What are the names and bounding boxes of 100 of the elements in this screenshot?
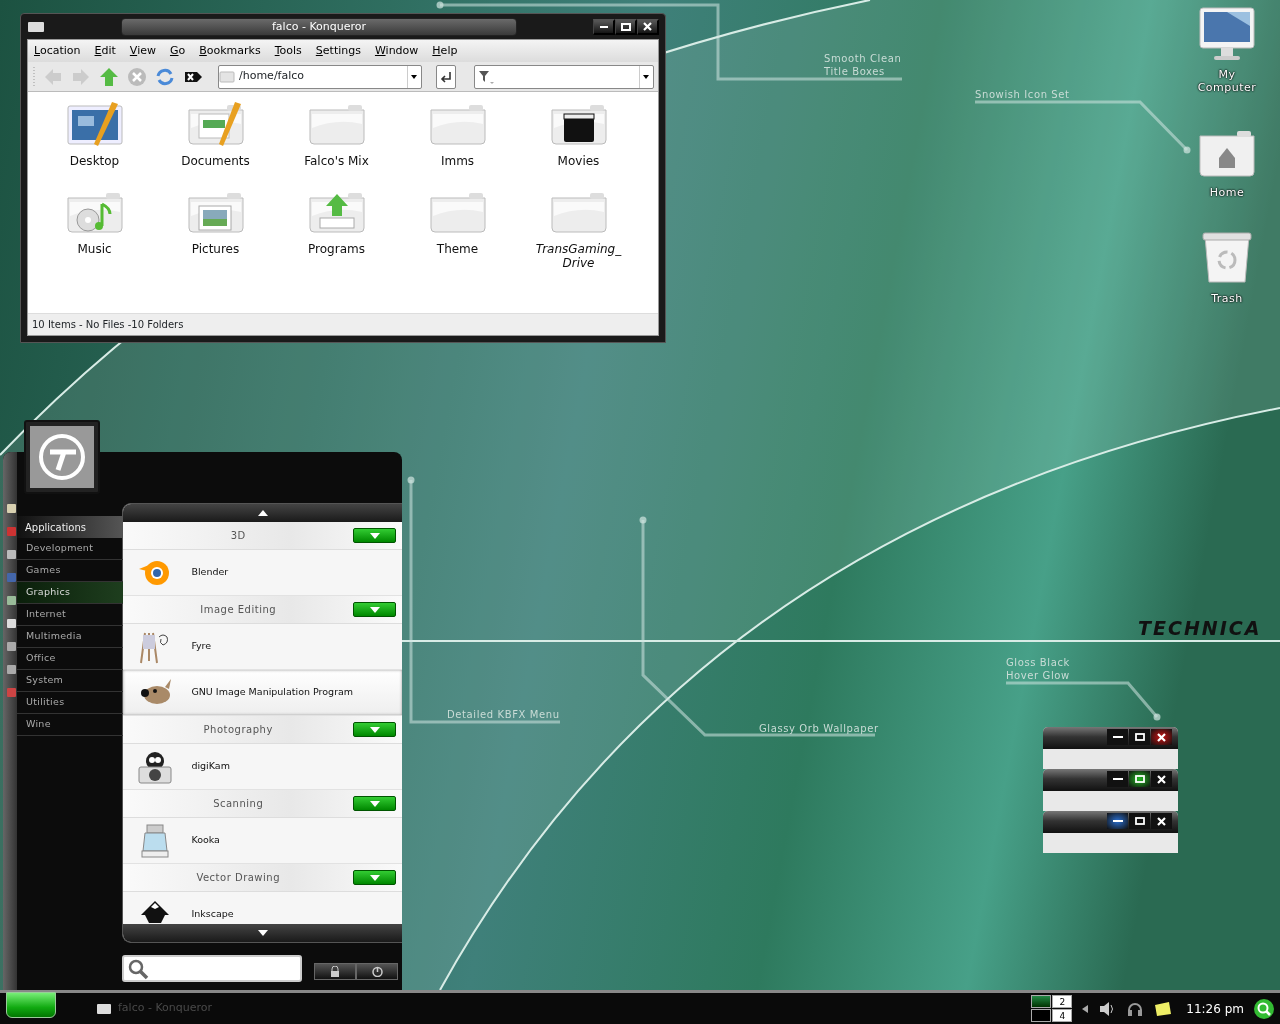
minimize-icon xyxy=(1112,778,1123,780)
category-icon xyxy=(6,550,16,559)
folder-label[interactable]: Pictures xyxy=(191,242,240,256)
minimize-icon xyxy=(599,25,608,28)
folder-label[interactable]: Theme xyxy=(436,242,479,256)
lock-button[interactable] xyxy=(314,963,357,980)
search-icon[interactable] xyxy=(1254,998,1274,1019)
category-icon xyxy=(6,665,16,674)
group-header: Scanning xyxy=(212,797,265,811)
folder-icon xyxy=(27,20,45,33)
close-icon xyxy=(1157,732,1166,742)
maximize-button[interactable] xyxy=(1129,729,1150,745)
collapse-button[interactable] xyxy=(353,528,396,543)
filter-field[interactable] xyxy=(474,64,654,89)
technica-logo: TECHNICA xyxy=(1138,616,1262,641)
down-triangle-icon xyxy=(257,930,268,936)
minimize-icon xyxy=(1112,820,1123,822)
search-icon xyxy=(127,957,150,980)
minimize-icon xyxy=(1112,736,1123,738)
collapse-button[interactable] xyxy=(353,796,396,811)
desktop-pager-cell[interactable]: 2 xyxy=(1052,995,1073,1008)
caret-icon xyxy=(369,532,380,539)
start-button[interactable] xyxy=(6,991,56,1018)
folder-icon xyxy=(219,70,235,83)
power-button[interactable] xyxy=(356,963,399,980)
close-button[interactable] xyxy=(1151,771,1172,787)
collapse-button[interactable] xyxy=(353,870,396,885)
window-icon xyxy=(96,1002,112,1015)
close-icon xyxy=(1157,816,1166,826)
category-icon xyxy=(6,596,16,605)
menu-item[interactable]: View xyxy=(129,42,156,60)
desktop-icon-label[interactable]: My Computer xyxy=(1192,68,1262,94)
menu-item[interactable]: Settings xyxy=(315,42,361,60)
category-icon xyxy=(6,527,16,536)
search-field[interactable] xyxy=(122,955,303,982)
maximize-icon xyxy=(1134,817,1145,825)
folder-label[interactable]: Music xyxy=(77,242,112,256)
category-icon xyxy=(6,573,16,582)
minimize-button[interactable] xyxy=(1107,771,1128,787)
caret-icon xyxy=(369,800,380,807)
close-button[interactable] xyxy=(1151,729,1172,745)
menu-item[interactable]: Bookmarks xyxy=(199,42,261,60)
maximize-icon xyxy=(1134,733,1145,741)
minimize-button[interactable] xyxy=(1107,813,1128,829)
category-icon xyxy=(6,688,16,697)
close-button[interactable] xyxy=(637,18,659,35)
group-header: Photography xyxy=(202,723,274,737)
collapse-button[interactable] xyxy=(353,602,396,617)
folder-label[interactable]: Imms xyxy=(440,154,475,168)
go-button[interactable] xyxy=(436,64,456,89)
menu-section-header: Applications xyxy=(16,516,124,538)
annotation-text: Snowish Icon Set xyxy=(975,88,1070,101)
folder-label[interactable]: TransGaming_ Drive xyxy=(533,242,624,270)
menu-item[interactable]: Go xyxy=(169,42,186,60)
status-bar-text: 10 Items - No Files -10 Folders xyxy=(28,313,658,335)
maximize-icon xyxy=(620,22,631,31)
toolbar-grip-icon xyxy=(32,66,36,87)
desktop-icon-label[interactable]: Home xyxy=(1209,186,1245,199)
maximize-button[interactable] xyxy=(1129,813,1150,829)
group-header: Image Editing xyxy=(199,603,278,617)
menu-item[interactable]: Window xyxy=(374,42,419,60)
minimize-button[interactable] xyxy=(1107,729,1128,745)
menu-item[interactable]: Edit xyxy=(94,42,116,60)
location-field[interactable]: /home/falco xyxy=(218,64,422,89)
category-item[interactable]: Graphics xyxy=(16,582,124,604)
desktop-pager-cell[interactable] xyxy=(1031,995,1052,1008)
folder-label[interactable]: Documents xyxy=(181,154,250,168)
folder-label[interactable]: Movies xyxy=(557,154,600,168)
menu-item[interactable]: Location xyxy=(34,42,81,60)
padlock-icon xyxy=(330,966,341,977)
folder-label[interactable]: Falco's Mix xyxy=(304,154,369,168)
category-icon xyxy=(6,619,16,628)
category-icon xyxy=(6,642,16,651)
close-icon xyxy=(643,22,652,31)
desktop-icon-label[interactable]: Trash xyxy=(1211,292,1243,305)
caret-icon xyxy=(369,606,380,613)
desktop-pager-cell[interactable] xyxy=(1031,1009,1052,1022)
collapse-button[interactable] xyxy=(353,722,396,737)
category-icon xyxy=(6,504,16,513)
window-title: falco - Konqueror xyxy=(121,17,517,36)
app-item[interactable]: GNU Image Manipulation Program xyxy=(123,670,402,716)
caret-icon xyxy=(369,874,380,881)
close-button[interactable] xyxy=(1151,813,1172,829)
menu-item[interactable]: Help xyxy=(432,42,458,60)
enter-arrow-icon xyxy=(439,69,453,84)
menu-item[interactable]: Tools xyxy=(274,42,302,60)
maximize-icon xyxy=(1134,775,1145,783)
group-header: Vector Drawing xyxy=(195,871,282,885)
power-icon xyxy=(371,966,383,977)
maximize-button[interactable] xyxy=(615,18,637,35)
minimize-button[interactable] xyxy=(593,18,615,35)
sticky-note-icon[interactable] xyxy=(1154,1000,1173,1017)
left-triangle-icon[interactable] xyxy=(1082,1004,1089,1013)
close-icon xyxy=(1157,774,1166,784)
annotation-text: Gloss Black Hover Glow xyxy=(1006,656,1070,682)
desktop-pager-cell[interactable]: 4 xyxy=(1052,1009,1073,1022)
annotation-text: Smooth Clean Title Boxes xyxy=(824,52,902,78)
folder-label[interactable]: Desktop xyxy=(69,154,120,168)
folder-label[interactable]: Programs xyxy=(308,242,365,256)
maximize-button[interactable] xyxy=(1129,771,1150,787)
